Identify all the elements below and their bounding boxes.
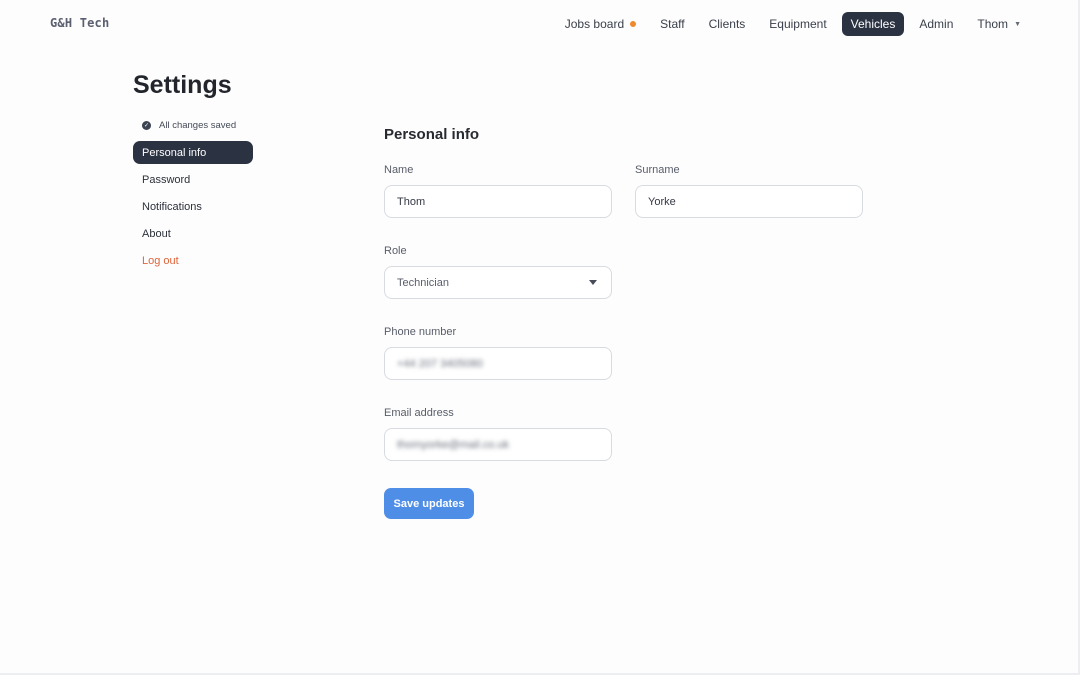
save-updates-button[interactable]: Save updates (384, 488, 474, 519)
phone-value: +44 207 3405080 (397, 357, 483, 370)
nav-vehicles[interactable]: Vehicles (841, 12, 905, 36)
nav-jobs-board[interactable]: Jobs board (553, 12, 648, 36)
nav-staff[interactable]: Staff (648, 12, 696, 36)
phone-label: Phone number (384, 326, 457, 338)
phone-input[interactable]: +44 207 3405080 (384, 347, 612, 380)
nav-clients[interactable]: Clients (697, 12, 758, 36)
sidebar-item-personal-info[interactable]: Personal info (133, 141, 253, 164)
dropdown-arrow-icon (589, 280, 597, 285)
email-value: thomyorke@mail.co.uk (397, 438, 510, 451)
logo[interactable]: G&H Tech (50, 16, 109, 30)
email-field-group: Email address thomyorke@mail.co.uk (384, 407, 612, 461)
phone-field-group: Phone number +44 207 3405080 (384, 326, 612, 380)
settings-sidebar: Personal info Password Notifications Abo… (133, 141, 253, 276)
page-title: Settings (133, 71, 232, 99)
sidebar-item-about[interactable]: About (133, 222, 253, 245)
top-nav: Jobs board Staff Clients Equipment Vehic… (553, 12, 1033, 36)
save-status-text: All changes saved (159, 120, 237, 131)
role-value: Technician (397, 276, 449, 289)
nav-label: Jobs board (564, 17, 625, 31)
nav-admin[interactable]: Admin (907, 12, 965, 36)
role-label: Role (384, 245, 407, 257)
notification-dot-icon (630, 21, 637, 27)
role-select[interactable]: Technician (384, 266, 612, 299)
role-field-group: Role Technician (384, 245, 612, 299)
save-status: ✓ All changes saved (142, 120, 236, 131)
name-value: Thom (397, 195, 426, 208)
app-window: G&H Tech Jobs board Staff Clients Equipm… (0, 0, 1080, 675)
surname-value: Yorke (648, 195, 676, 208)
section-title: Personal info (384, 126, 480, 143)
sidebar-item-log-out[interactable]: Log out (133, 249, 253, 272)
sidebar-item-notifications[interactable]: Notifications (133, 195, 253, 218)
surname-field-group: Surname Yorke (635, 164, 863, 218)
caret-down-icon: ▼ (1014, 20, 1021, 28)
email-label: Email address (384, 407, 454, 419)
name-label: Name (384, 164, 414, 176)
name-field-group: Name Thom (384, 164, 612, 218)
surname-input[interactable]: Yorke (635, 185, 863, 218)
surname-label: Surname (635, 164, 680, 176)
user-menu[interactable]: Thom ▼ (965, 12, 1033, 36)
email-input[interactable]: thomyorke@mail.co.uk (384, 428, 612, 461)
sidebar-item-password[interactable]: Password (133, 168, 253, 191)
user-name: Thom (977, 17, 1009, 31)
nav-equipment[interactable]: Equipment (757, 12, 838, 36)
name-input[interactable]: Thom (384, 185, 612, 218)
check-circle-icon: ✓ (142, 121, 151, 130)
